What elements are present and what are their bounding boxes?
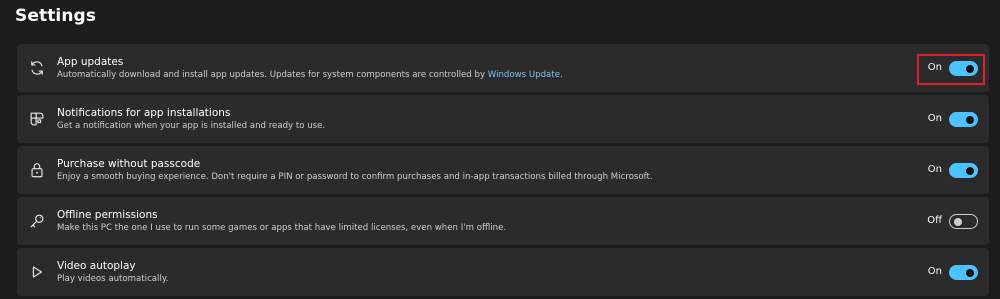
setting-title: Offline permissions (57, 209, 158, 221)
setting-card-video-autoplay: Video autoplay Play videos automatically… (17, 248, 989, 296)
toggle-knob (966, 166, 974, 175)
toggle-knob (966, 268, 974, 277)
setting-title: Notifications for app installations (57, 107, 231, 119)
setting-description: Automatically download and install app u… (57, 70, 563, 80)
settings-page: Settings App updates Automatically downl… (0, 0, 1000, 299)
setting-title: Purchase without passcode (57, 158, 201, 170)
setting-card-notifications: Notifications for app installations Get … (17, 95, 989, 143)
toggle-state-label: On (927, 266, 942, 277)
toggle-knob (953, 217, 962, 226)
setting-card-offline-permissions: Offline permissions Make this PC the one… (17, 197, 989, 245)
key-icon (27, 211, 47, 231)
setting-description: Get a notification when your app is inst… (57, 121, 326, 131)
play-icon (27, 262, 47, 282)
setting-title: App updates (57, 56, 124, 68)
purchase-passcode-toggle[interactable] (949, 163, 978, 178)
setting-description-end: . (559, 70, 563, 80)
offline-permissions-toggle[interactable] (949, 214, 978, 229)
setting-description: Make this PC the one I use to run some g… (57, 223, 507, 233)
video-autoplay-toggle[interactable] (949, 265, 978, 280)
setting-card-app-updates: App updates Automatically download and i… (17, 44, 989, 92)
lock-icon (27, 160, 47, 180)
setting-title: Video autoplay (57, 260, 136, 272)
page-title: Settings (15, 6, 97, 26)
highlight-box (917, 54, 985, 85)
toggle-knob (966, 115, 974, 124)
sync-icon (27, 58, 47, 78)
toggle-state-label: Off (927, 215, 942, 226)
setting-card-purchase-passcode: Purchase without passcode Enjoy a smooth… (17, 146, 989, 194)
windows-update-link[interactable]: Windows Update (488, 70, 560, 80)
app-grid-icon (27, 109, 47, 129)
setting-description-text: Automatically download and install app u… (57, 70, 488, 80)
toggle-state-label: On (927, 164, 942, 175)
setting-description: Play videos automatically. (57, 274, 169, 284)
notifications-toggle[interactable] (949, 112, 978, 127)
toggle-state-label: On (927, 113, 942, 124)
setting-description: Enjoy a smooth buying experience. Don't … (57, 172, 653, 182)
